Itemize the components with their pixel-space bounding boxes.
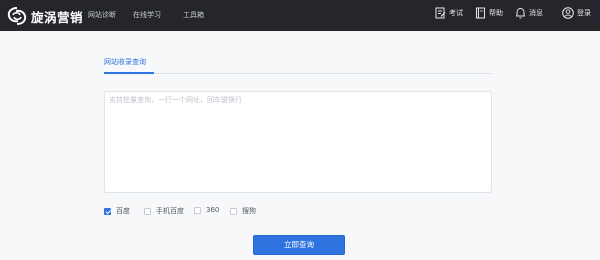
messages-label: 消息 (529, 9, 543, 17)
user-icon (562, 7, 574, 19)
tab-divider (104, 73, 492, 74)
help-book-icon (476, 7, 485, 19)
top-navigation-bar: 旋涡营销 网站诊断 在线学习 工具箱 考试 帮助 消息 登录 (0, 0, 600, 31)
swirl-logo-icon (7, 7, 27, 25)
login-link[interactable]: 登录 (562, 7, 591, 19)
checkbox-mobile-baidu[interactable] (144, 207, 151, 215)
engine-label-baidu: 百度 (116, 207, 130, 215)
tab-site-index-query[interactable]: 网站收录查询 (104, 57, 146, 67)
url-query-input[interactable] (104, 91, 492, 193)
checkbox-360[interactable] (194, 206, 201, 214)
nav-item-site-diagnosis[interactable]: 网站诊断 (88, 10, 116, 20)
help-label: 帮助 (489, 9, 503, 17)
nav-item-online-learning[interactable]: 在线学习 (133, 10, 161, 20)
exam-label: 考试 (449, 9, 463, 17)
active-tab-indicator (104, 72, 154, 74)
engine-option-mobile-baidu[interactable]: 手机百度 (144, 206, 184, 216)
brand-name: 旋涡营销 (31, 9, 84, 25)
nav-item-toolbox[interactable]: 工具箱 (183, 10, 204, 20)
checkbox-baidu[interactable] (104, 207, 111, 215)
bell-icon (516, 7, 525, 19)
engine-option-baidu[interactable]: 百度 (104, 206, 130, 216)
login-label: 登录 (577, 9, 591, 17)
messages-link[interactable]: 消息 (515, 7, 543, 19)
engine-label-360: 360 (206, 206, 220, 214)
engine-option-sogou[interactable]: 搜狗 (230, 206, 256, 216)
exam-icon (435, 7, 446, 19)
checkbox-sogou[interactable] (230, 207, 237, 215)
engine-label-mobile-baidu: 手机百度 (156, 207, 184, 215)
brand-logo[interactable]: 旋涡营销 (6, 6, 83, 26)
engine-label-sogou: 搜狗 (242, 207, 256, 215)
query-submit-button[interactable]: 立即查询 (253, 235, 345, 255)
help-link[interactable]: 帮助 (475, 7, 503, 19)
exam-link[interactable]: 考试 (435, 7, 463, 19)
engine-option-360[interactable]: 360 (194, 206, 219, 214)
